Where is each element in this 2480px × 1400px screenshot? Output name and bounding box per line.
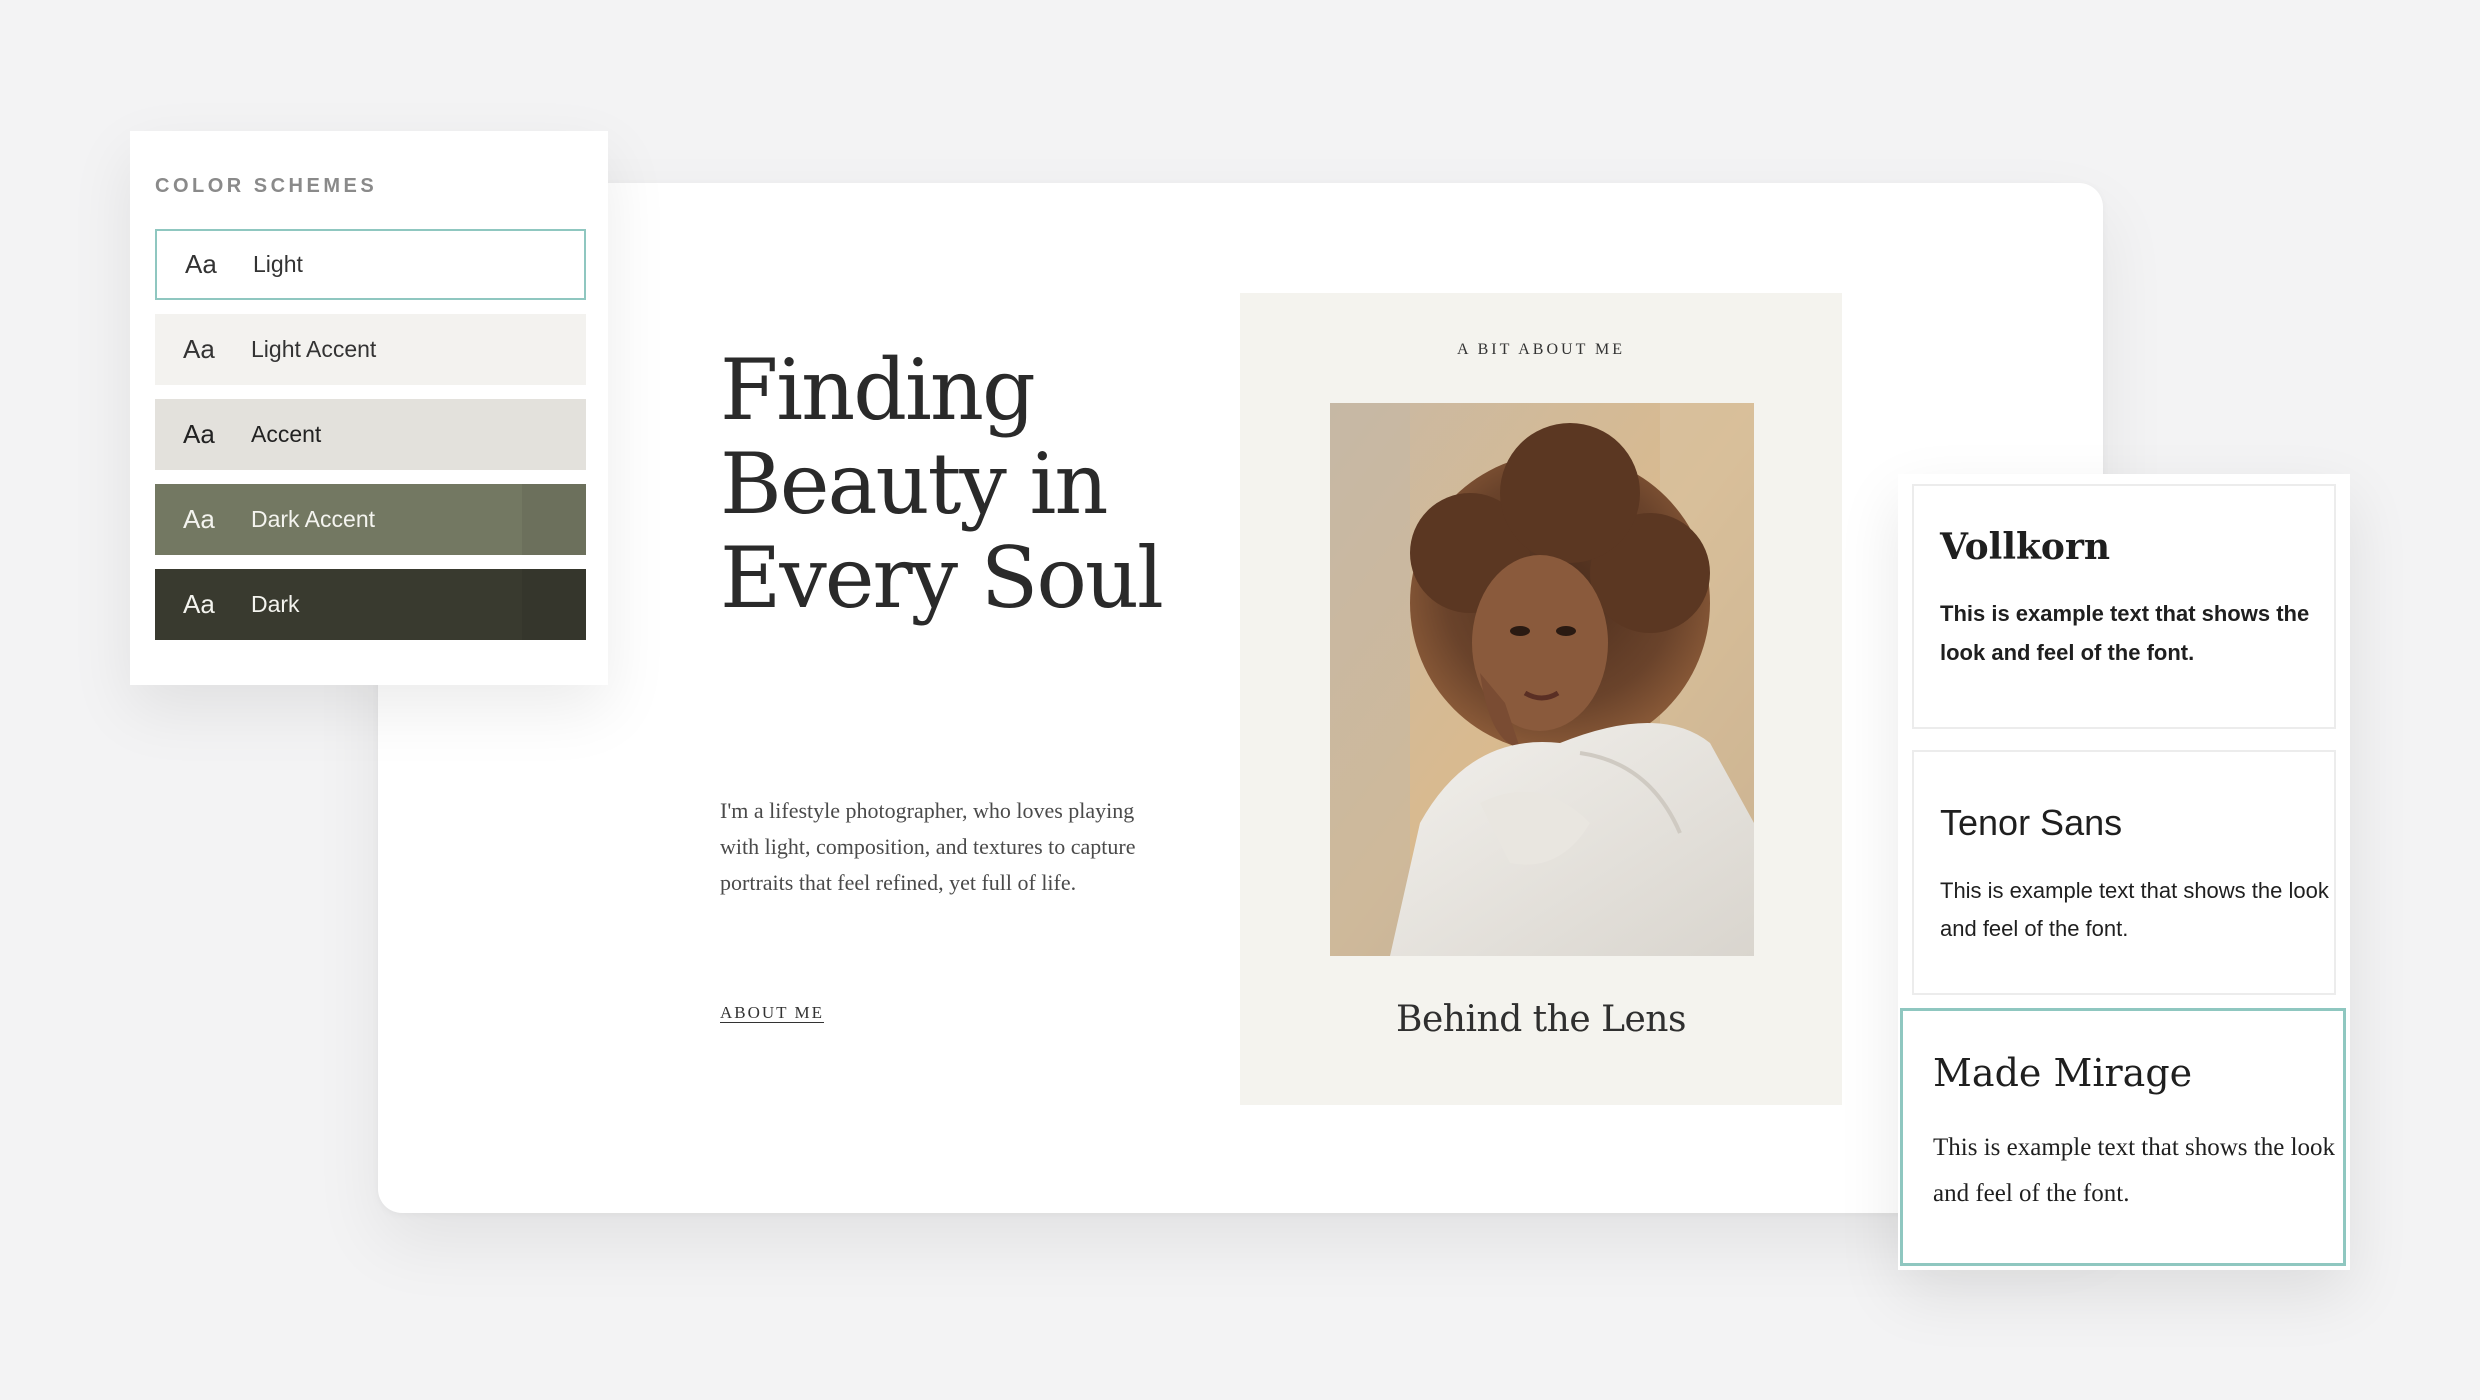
- scheme-preview-glyph: Aa: [183, 589, 215, 619]
- scheme-option-dark-accent[interactable]: Aa Dark Accent: [155, 484, 586, 555]
- website-preview: Finding Beauty in Every Soul I'm a lifes…: [378, 183, 2103, 1213]
- hero-title: Finding Beauty in Every Soul: [720, 343, 1220, 625]
- font-option-tenor-sans[interactable]: Tenor Sans This is example text that sho…: [1912, 750, 2336, 995]
- scheme-label: Accent: [251, 421, 322, 447]
- about-me-link[interactable]: ABOUT ME: [720, 1003, 824, 1023]
- scheme-preview-glyph: Aa: [183, 419, 215, 449]
- font-option-made-mirage[interactable]: Made Mirage This is example text that sh…: [1900, 1008, 2346, 1266]
- color-schemes-panel: COLOR SCHEMES Aa Light Aa Light Accent A…: [130, 131, 608, 685]
- color-schemes-heading: COLOR SCHEMES: [155, 175, 378, 197]
- fonts-panel: Vollkorn This is example text that shows…: [1898, 474, 2350, 1270]
- font-option-vollkorn[interactable]: Vollkorn This is example text that shows…: [1912, 484, 2336, 729]
- scheme-label: Dark Accent: [251, 506, 375, 532]
- scheme-label: Light: [253, 251, 303, 277]
- editor-stage: Finding Beauty in Every Soul I'm a lifes…: [0, 0, 2480, 1400]
- font-sample-text: This is example text that shows the look…: [1940, 601, 2310, 665]
- scheme-label: Dark: [251, 591, 300, 617]
- scheme-option-dark[interactable]: Aa Dark: [155, 569, 586, 640]
- about-section: A BIT ABOUT ME Behind the Lens: [1240, 293, 1842, 1105]
- font-name: Made Mirage: [1933, 1051, 2193, 1095]
- scheme-option-accent[interactable]: Aa Accent: [155, 399, 586, 470]
- portrait-photo: [1330, 403, 1754, 956]
- hero-title-line: Finding: [720, 341, 1036, 439]
- hero-title-line: Beauty in: [720, 435, 1109, 533]
- scheme-label: Light Accent: [251, 336, 377, 362]
- scheme-option-light[interactable]: Aa Light: [155, 229, 586, 300]
- font-sample-text: This is example text that shows the look…: [1940, 878, 2329, 941]
- scheme-preview-glyph: Aa: [185, 249, 217, 279]
- about-caption: Behind the Lens: [1396, 999, 1686, 1040]
- font-name: Vollkorn: [1940, 526, 2111, 568]
- about-eyebrow: A BIT ABOUT ME: [1456, 341, 1626, 358]
- scheme-preview-glyph: Aa: [183, 334, 215, 364]
- scheme-preview-glyph: Aa: [183, 504, 215, 534]
- hero-title-line: Every Soul: [720, 529, 1164, 627]
- font-name: Tenor Sans: [1940, 802, 2123, 843]
- font-sample-text: This is example text that shows the look…: [1933, 1134, 2336, 1207]
- hero-body-text: I'm a lifestyle photographer, who loves …: [720, 798, 1136, 895]
- scheme-option-light-accent[interactable]: Aa Light Accent: [155, 314, 586, 385]
